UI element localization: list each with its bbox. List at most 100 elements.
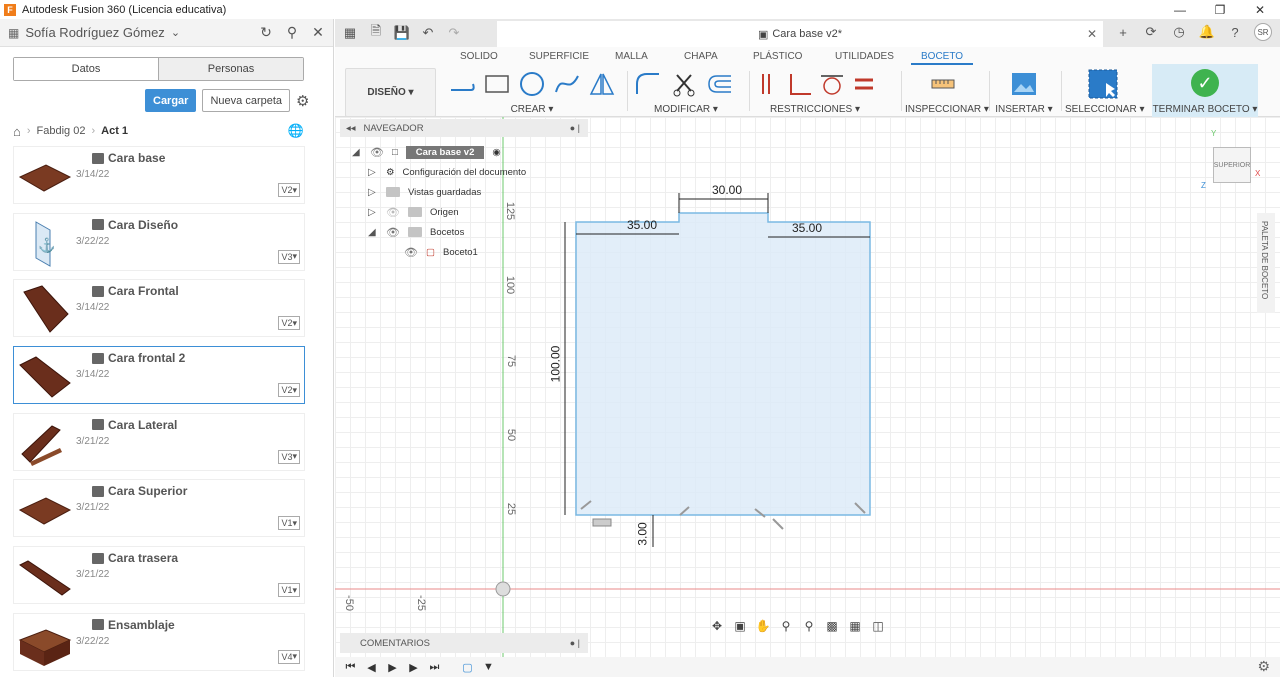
measure-icon[interactable] (928, 69, 958, 99)
modify-menu[interactable]: MODIFICAR ▾ (633, 104, 739, 115)
timeline-sketch-icon[interactable]: ▢ (460, 661, 475, 674)
avatar[interactable]: SR (1254, 23, 1272, 41)
sketch-palette-tab[interactable]: PALETA DE BOCETO (1257, 213, 1275, 313)
file-card[interactable]: Cara base 3/14/22 V2 ▾ (13, 146, 305, 204)
nav-document-settings[interactable]: ▷ ⚙ Configuración del documento (368, 163, 526, 181)
tab-sketch[interactable]: BOCETO (911, 51, 974, 65)
file-card[interactable]: Cara Frontal 3/14/22 V2 ▾ (13, 279, 305, 338)
nav-saved-views[interactable]: ▷ Vistas guardadas (368, 183, 481, 201)
select-menu[interactable]: SELECCIONAR ▾ (1065, 104, 1145, 115)
close-icon[interactable]: ✕ (1240, 0, 1280, 19)
globe-icon[interactable]: 🌐 (288, 123, 304, 139)
file-menu-icon[interactable]: 🗎 (367, 23, 385, 42)
line-icon[interactable] (447, 69, 476, 99)
grid-settings-icon[interactable]: ▦ (846, 617, 864, 635)
finish-sketch-button[interactable]: ✓ TERMINAR BOCETO ▾ (1152, 64, 1258, 117)
view-cube-face[interactable]: SUPERIOR (1213, 147, 1251, 183)
tab-surface[interactable]: SUPERFICIE (529, 51, 589, 62)
nav-sketch1[interactable]: 👁 ▢ Boceto1 (404, 243, 478, 261)
version-badge[interactable]: V1 ▾ (278, 516, 300, 531)
extensions-icon[interactable]: ⟳ (1142, 23, 1160, 41)
collapse-icon[interactable]: ● | (570, 638, 580, 648)
refresh-icon[interactable]: ↻ (257, 23, 275, 41)
eye-icon[interactable]: 👁 (386, 226, 400, 239)
trim-icon[interactable] (669, 69, 699, 99)
inspect-menu[interactable]: INSPECCIONAR ▾ (905, 104, 989, 115)
display-settings-icon[interactable]: ▩ (823, 617, 841, 635)
select-icon[interactable] (1088, 69, 1118, 99)
tab-mesh[interactable]: MALLA (615, 51, 648, 62)
minimize-icon[interactable]: — (1160, 0, 1200, 19)
perpendicular-constraint-icon[interactable] (787, 69, 813, 99)
document-tab[interactable]: ▣ Cara base v2* ✕ (497, 21, 1103, 47)
nav-root[interactable]: ◢ 👁 □ Cara base v2 ◉ (352, 143, 501, 161)
pan-icon[interactable]: ✋ (754, 617, 772, 635)
undo-icon[interactable]: ↶ (419, 24, 437, 42)
gear-icon[interactable]: ⚙ (1257, 658, 1270, 675)
dimension-label[interactable]: 30.00 (712, 183, 742, 197)
orbit-icon[interactable]: ✥ (708, 617, 726, 635)
create-menu[interactable]: CREAR ▾ (447, 104, 617, 115)
offset-icon[interactable] (705, 69, 735, 99)
view-cube[interactable]: Y Z X SUPERIOR (1201, 129, 1260, 190)
look-at-icon[interactable]: ▣ (731, 617, 749, 635)
dimension-label[interactable]: 100.00 (548, 346, 562, 383)
navigator-header[interactable]: ◂◂ NAVEGADOR ● | (340, 119, 588, 137)
eye-icon[interactable]: 👁 (404, 246, 418, 259)
play-icon[interactable]: ▶ (385, 661, 400, 674)
file-card[interactable]: Cara frontal 2 3/14/22 V2 ▾ (13, 346, 305, 405)
user-name[interactable]: Sofía Rodríguez Gómez (25, 25, 164, 40)
comments-panel[interactable]: COMENTARIOS ● | (340, 633, 588, 653)
timeline-marker-icon[interactable]: ▼ (481, 661, 496, 673)
rectangle-icon[interactable] (482, 69, 511, 99)
close-tab-icon[interactable]: ✕ (1087, 27, 1097, 41)
sketch-canvas[interactable]: 30.00 35.00 35.00 100.00 3.00 125 100 75… (335, 117, 1280, 657)
fillet-icon[interactable] (633, 69, 663, 99)
notifications-icon[interactable]: 🔔 (1198, 23, 1216, 41)
upload-button[interactable]: Cargar (145, 89, 197, 112)
search-icon[interactable]: ⚲ (283, 23, 301, 41)
tab-data[interactable]: Datos (14, 58, 159, 80)
tab-solid[interactable]: SOLIDO (460, 51, 498, 62)
tangent-constraint-icon[interactable] (819, 69, 845, 99)
file-card[interactable]: Cara Lateral 3/21/22 V3 ▾ (13, 412, 305, 471)
version-badge[interactable]: V2 ▾ (278, 316, 300, 331)
zoom-icon[interactable]: ⚲ (777, 617, 795, 635)
go-to-end-icon[interactable]: ⏭ (427, 661, 442, 674)
tab-people[interactable]: Personas (159, 58, 303, 80)
step-forward-icon[interactable]: ▶ (406, 661, 421, 674)
file-card[interactable]: ⚓ Cara Diseño 3/22/22 V3 ▾ (13, 212, 305, 271)
radio-icon[interactable]: ◉ (492, 147, 500, 158)
breadcrumb-project[interactable]: Fabdig 02 (37, 125, 86, 137)
workspace-selector[interactable]: DISEÑO ▾ (345, 68, 436, 117)
grid-menu-icon[interactable]: ▦ (341, 24, 359, 42)
tab-plastic[interactable]: PLÁSTICO (753, 51, 802, 62)
nav-sketches[interactable]: ◢ 👁 Bocetos (368, 223, 464, 241)
eye-icon[interactable]: 👁 (370, 146, 384, 159)
circle-icon[interactable] (517, 69, 546, 99)
home-icon[interactable]: ⌂ (13, 124, 21, 139)
file-card[interactable]: Cara Superior 3/21/22 V1 ▾ (13, 479, 305, 538)
tab-utilities[interactable]: UTILIDADES (835, 51, 894, 62)
eye-hidden-icon[interactable]: 👁 (386, 206, 400, 219)
dimension-label[interactable]: 35.00 (627, 218, 657, 232)
version-badge[interactable]: V3 ▾ (278, 249, 300, 264)
insert-image-icon[interactable] (1009, 69, 1039, 99)
version-badge[interactable]: V2 ▾ (278, 183, 300, 197)
job-status-icon[interactable]: ◷ (1170, 23, 1188, 41)
dimension-label[interactable]: 3.00 (636, 522, 650, 545)
mirror-icon[interactable] (588, 69, 617, 99)
version-badge[interactable]: V4 ▾ (278, 649, 300, 664)
go-to-start-icon[interactable]: ⏮ (343, 661, 358, 674)
insert-menu[interactable]: INSERTAR ▾ (993, 104, 1055, 115)
close-icon[interactable]: ✕ (309, 23, 327, 41)
new-tab-icon[interactable]: + (1114, 23, 1132, 41)
nav-origin[interactable]: ▷ 👁 Origen (368, 203, 459, 221)
file-card[interactable]: Cara trasera 3/21/22 V1 ▾ (13, 546, 305, 605)
spline-icon[interactable] (553, 69, 582, 99)
step-back-icon[interactable]: ◀ (364, 661, 379, 674)
equal-constraint-icon[interactable] (851, 69, 877, 99)
gear-icon[interactable]: ⚙ (296, 92, 309, 110)
version-badge[interactable]: V1 ▾ (278, 583, 300, 598)
version-badge[interactable]: V2 ▾ (278, 383, 300, 398)
